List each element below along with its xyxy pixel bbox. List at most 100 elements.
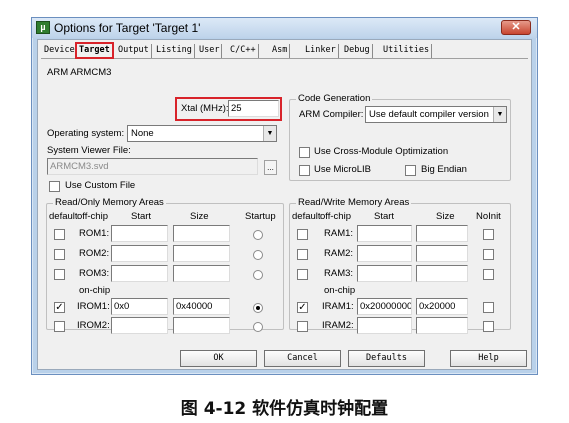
ram1-noinit-checkbox[interactable]	[483, 229, 494, 240]
svf-browse-button: ...	[264, 160, 277, 175]
ram1-start-input[interactable]	[357, 225, 412, 242]
device-name: ARM ARMCM3	[47, 67, 112, 78]
compiler-select[interactable]: Use default compiler version ▼	[365, 106, 507, 123]
ram3-default-checkbox[interactable]	[297, 269, 308, 280]
tab-debug[interactable]: Debug	[342, 44, 373, 58]
microlib-label: Use MicroLIB	[314, 164, 372, 175]
irom1-start-input[interactable]: 0x0	[111, 298, 168, 315]
iram1-noinit-checkbox[interactable]	[483, 302, 494, 313]
tab-linker[interactable]: Linker	[303, 44, 339, 58]
ram3-size-input[interactable]	[416, 265, 468, 282]
rom-header-start: Start	[131, 211, 152, 222]
rom1-default-checkbox[interactable]	[54, 229, 65, 240]
irom1-startup-radio[interactable]	[253, 303, 263, 313]
defaults-button[interactable]: Defaults	[348, 350, 425, 367]
chevron-down-icon: ▼	[493, 107, 506, 122]
ram3-label: RAM3:	[324, 268, 354, 279]
rom3-startup-radio[interactable]	[253, 270, 263, 280]
rom-header-size: Size	[190, 211, 209, 222]
target-panel: ARM ARMCM3 Xtal (MHz): 25 Operating syst…	[41, 58, 528, 334]
compiler-label: ARM Compiler:	[299, 109, 364, 120]
ram2-label: RAM2:	[324, 248, 354, 259]
cancel-button[interactable]: Cancel	[264, 350, 341, 367]
rom-header-startup: Startup	[245, 211, 276, 222]
rom1-label: ROM1:	[79, 228, 110, 239]
ram-onchip-label: on-chip	[324, 285, 356, 296]
rom1-start-input[interactable]	[111, 225, 168, 242]
ram1-label: RAM1:	[324, 228, 354, 239]
irom1-size-input[interactable]: 0x40000	[173, 298, 230, 315]
iram2-noinit-checkbox[interactable]	[483, 321, 494, 332]
rom-title: Read/Only Memory Areas	[53, 197, 166, 208]
options-dialog: µ Options for Target 'Target 1' ✕ Device…	[31, 17, 538, 375]
svf-input: ARMCM3.svd	[47, 158, 258, 175]
microlib-checkbox[interactable]	[299, 165, 310, 176]
ram2-noinit-checkbox[interactable]	[483, 249, 494, 260]
cross-module-label: Use Cross-Module Optimization	[314, 146, 449, 157]
help-button[interactable]: Help	[450, 350, 527, 367]
big-endian-checkbox[interactable]	[405, 165, 416, 176]
rom2-startup-radio[interactable]	[253, 250, 263, 260]
tab-user[interactable]: User	[197, 44, 223, 58]
irom2-size-input[interactable]	[173, 317, 230, 334]
ram3-start-input[interactable]	[357, 265, 412, 282]
iram1-default-checkbox[interactable]: ✓	[297, 302, 308, 313]
tab-target[interactable]: Target	[75, 42, 114, 59]
ram1-size-input[interactable]	[416, 225, 468, 242]
ram2-default-checkbox[interactable]	[297, 249, 308, 260]
ram3-noinit-checkbox[interactable]	[483, 269, 494, 280]
xtal-input[interactable]: 25	[228, 100, 279, 117]
tab-output[interactable]: Output	[116, 44, 152, 58]
window-title: Options for Target 'Target 1'	[54, 21, 201, 35]
iram1-size-input[interactable]: 0x20000	[416, 298, 468, 315]
xtal-label: Xtal (MHz):	[181, 103, 229, 114]
ram1-default-checkbox[interactable]	[297, 229, 308, 240]
ram-header-default: default	[292, 211, 321, 222]
rom3-default-checkbox[interactable]	[54, 269, 65, 280]
irom2-default-checkbox[interactable]	[54, 321, 65, 332]
ram-header-size: Size	[436, 211, 455, 222]
rom1-startup-radio[interactable]	[253, 230, 263, 240]
use-custom-file-checkbox[interactable]	[49, 181, 60, 192]
ram-header-noinit: NoInit	[476, 211, 501, 222]
app-icon: µ	[36, 21, 50, 34]
iram2-default-checkbox[interactable]	[297, 321, 308, 332]
ram2-size-input[interactable]	[416, 245, 468, 262]
ram-header-start: Start	[374, 211, 395, 222]
tab-device[interactable]: Device	[42, 44, 78, 58]
ok-button[interactable]: OK	[180, 350, 257, 367]
ram2-start-input[interactable]	[357, 245, 412, 262]
code-generation-title: Code Generation	[296, 93, 373, 104]
iram1-start-input[interactable]: 0x20000000	[357, 298, 412, 315]
rom-header-offchip: off-chip	[77, 211, 108, 222]
irom1-label: IROM1:	[77, 301, 110, 312]
rom3-size-input[interactable]	[173, 265, 230, 282]
os-select[interactable]: None ▼	[127, 125, 277, 142]
irom2-startup-radio[interactable]	[253, 322, 263, 332]
compiler-value: Use default compiler version	[369, 109, 489, 120]
ram-title: Read/Write Memory Areas	[296, 197, 412, 208]
os-value: None	[131, 128, 154, 139]
iram2-size-input[interactable]	[416, 317, 468, 334]
figure-caption: 图 4-12 软件仿真时钟配置	[180, 399, 389, 419]
irom2-start-input[interactable]	[111, 317, 168, 334]
close-button[interactable]: ✕	[501, 20, 531, 35]
use-custom-file-label: Use Custom File	[65, 180, 136, 191]
tab-c-cpp[interactable]: C/C++	[228, 44, 259, 58]
rom2-default-checkbox[interactable]	[54, 249, 65, 260]
svf-label: System Viewer File:	[47, 145, 131, 156]
tab-utilities[interactable]: Utilities	[381, 44, 433, 58]
rom2-size-input[interactable]	[173, 245, 230, 262]
ram-header-offchip: off-chip	[320, 211, 351, 222]
cross-module-checkbox[interactable]	[299, 147, 310, 158]
rom2-start-input[interactable]	[111, 245, 168, 262]
rom3-start-input[interactable]	[111, 265, 168, 282]
rom1-size-input[interactable]	[173, 225, 230, 242]
tab-asm[interactable]: Asm	[270, 44, 291, 58]
code-generation-group: Code Generation ARM Compiler: Use defaul…	[289, 93, 511, 181]
title-bar: µ Options for Target 'Target 1' ✕	[32, 18, 537, 38]
tab-listing[interactable]: Listing	[154, 44, 195, 58]
irom1-default-checkbox[interactable]: ✓	[54, 302, 65, 313]
iram2-start-input[interactable]	[357, 317, 412, 334]
big-endian-label: Big Endian	[421, 164, 467, 175]
